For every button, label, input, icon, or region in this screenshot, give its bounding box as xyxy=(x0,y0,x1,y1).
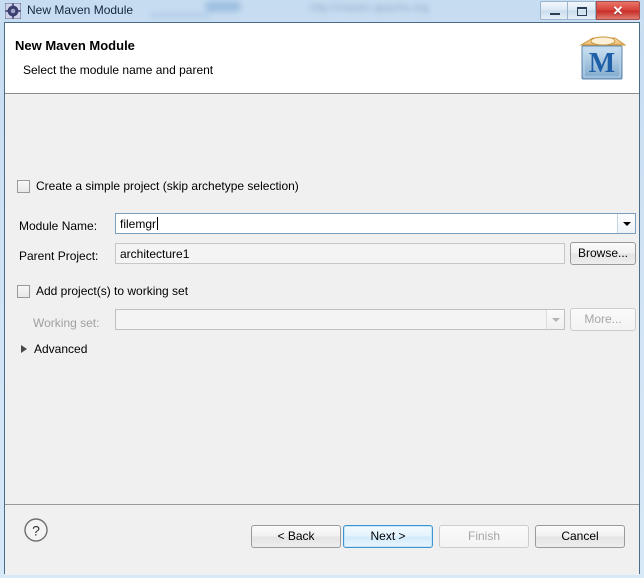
window-titlebar[interactable]: New Maven Module ✕ xyxy=(0,0,644,22)
working-set-label: Working set: xyxy=(33,316,100,330)
checkbox-box-simple-project[interactable] xyxy=(17,179,30,193)
svg-text:M: M xyxy=(589,48,615,79)
module-name-value: filemgr xyxy=(120,216,157,231)
chevron-right-icon xyxy=(21,345,27,353)
dialog-body: Create a simple project (skip archetype … xyxy=(5,94,639,504)
back-button[interactable]: < Back xyxy=(251,525,341,548)
svg-text:?: ? xyxy=(32,523,40,539)
advanced-label: Advanced xyxy=(34,342,88,356)
close-icon: ✕ xyxy=(612,3,624,18)
new-maven-module-dialog: New Maven Module Select the module name … xyxy=(4,22,640,575)
chevron-down-icon[interactable] xyxy=(617,214,635,233)
close-button[interactable]: ✕ xyxy=(596,1,640,20)
create-simple-project-checkbox[interactable]: Create a simple project (skip archetype … xyxy=(17,179,299,193)
window-controls: ✕ xyxy=(540,1,640,20)
maximize-button[interactable] xyxy=(568,1,596,20)
module-name-label: Module Name: xyxy=(19,219,98,233)
module-name-input[interactable]: filemgr xyxy=(116,216,617,231)
page-subtitle: Select the module name and parent xyxy=(23,63,214,77)
chevron-down-icon-working-set xyxy=(546,310,564,329)
add-to-working-set-checkbox[interactable]: Add project(s) to working set xyxy=(17,284,188,298)
create-simple-project-label: Create a simple project (skip archetype … xyxy=(36,179,299,193)
cancel-button[interactable]: Cancel xyxy=(535,525,625,548)
advanced-section-toggle[interactable]: Advanced xyxy=(21,342,87,356)
parent-project-input[interactable]: architecture1 xyxy=(115,243,565,264)
minimize-button[interactable] xyxy=(540,1,568,20)
page-title: New Maven Module xyxy=(15,38,135,53)
maven-banner-icon: M xyxy=(579,36,627,80)
parent-project-label: Parent Project: xyxy=(19,249,99,263)
dialog-header: New Maven Module Select the module name … xyxy=(5,23,639,94)
text-cursor xyxy=(157,216,159,230)
minimize-icon xyxy=(550,13,560,15)
next-button[interactable]: Next > xyxy=(343,525,433,548)
checkbox-box-working-set[interactable] xyxy=(17,284,30,298)
more-button: More... xyxy=(570,308,636,331)
maximize-icon xyxy=(577,7,587,16)
add-to-working-set-label: Add project(s) to working set xyxy=(36,284,189,298)
module-name-combobox[interactable]: filemgr xyxy=(115,213,636,234)
browse-button[interactable]: Browse... xyxy=(570,242,636,265)
window-title: New Maven Module xyxy=(27,3,134,17)
finish-button: Finish xyxy=(439,525,529,548)
help-icon[interactable]: ? xyxy=(23,517,49,543)
working-set-combobox xyxy=(115,309,565,330)
dialog-footer: ? < Back Next > Finish Cancel xyxy=(5,504,639,575)
maven-module-icon xyxy=(5,3,21,19)
